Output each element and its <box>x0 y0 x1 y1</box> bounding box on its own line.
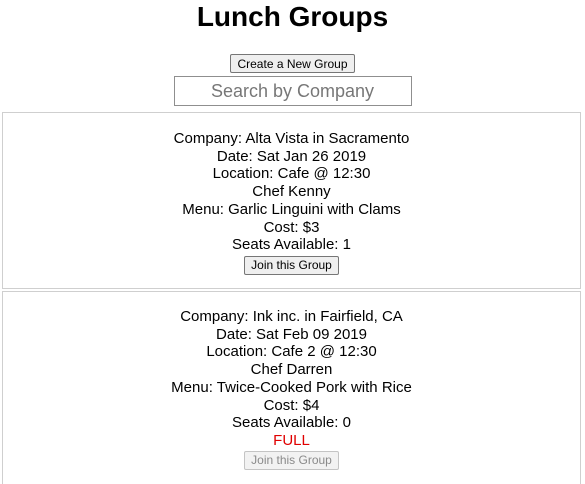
group-menu: Menu: Garlic Linguini with Clams <box>182 200 401 218</box>
group-seats: Seats Available: 1 <box>232 236 351 254</box>
full-status-label: FULL <box>273 431 310 449</box>
group-company: Company: Ink inc. in Fairfield, CA <box>180 308 403 325</box>
group-card: Company: Ink inc. in Fairfield, CA Date:… <box>2 291 581 484</box>
group-cost: Cost: $3 <box>263 218 320 236</box>
group-chef: Chef Darren <box>250 361 333 379</box>
create-group-area: Create a New Group <box>0 54 585 74</box>
search-area <box>0 76 585 111</box>
group-cost: Cost: $4 <box>263 396 320 414</box>
group-date: Date: Sat Feb 09 2019 <box>216 325 367 343</box>
search-company-input[interactable] <box>173 76 412 106</box>
group-chef: Chef Kenny <box>252 183 331 201</box>
group-seats: Seats Available: 0 <box>232 414 351 432</box>
group-date: Date: Sat Jan 26 2019 <box>216 147 367 165</box>
group-location: Location: Cafe 2 @ 12:30 <box>206 343 377 361</box>
join-group-button[interactable]: Join this Group <box>244 255 339 275</box>
create-group-button[interactable]: Create a New Group <box>230 54 355 73</box>
page-title: Lunch Groups <box>196 1 389 32</box>
group-menu: Menu: Twice-Cooked Pork with Rice <box>171 378 412 396</box>
group-card: Company: Alta Vista in Sacramento Date: … <box>2 112 581 289</box>
join-group-button[interactable]: Join this Group <box>244 450 339 470</box>
lunch-groups-page: Lunch Groups Create a New Group Company:… <box>0 0 585 484</box>
group-company: Company: Alta Vista in Sacramento <box>173 130 410 147</box>
group-location: Location: Cafe @ 12:30 <box>212 165 371 183</box>
